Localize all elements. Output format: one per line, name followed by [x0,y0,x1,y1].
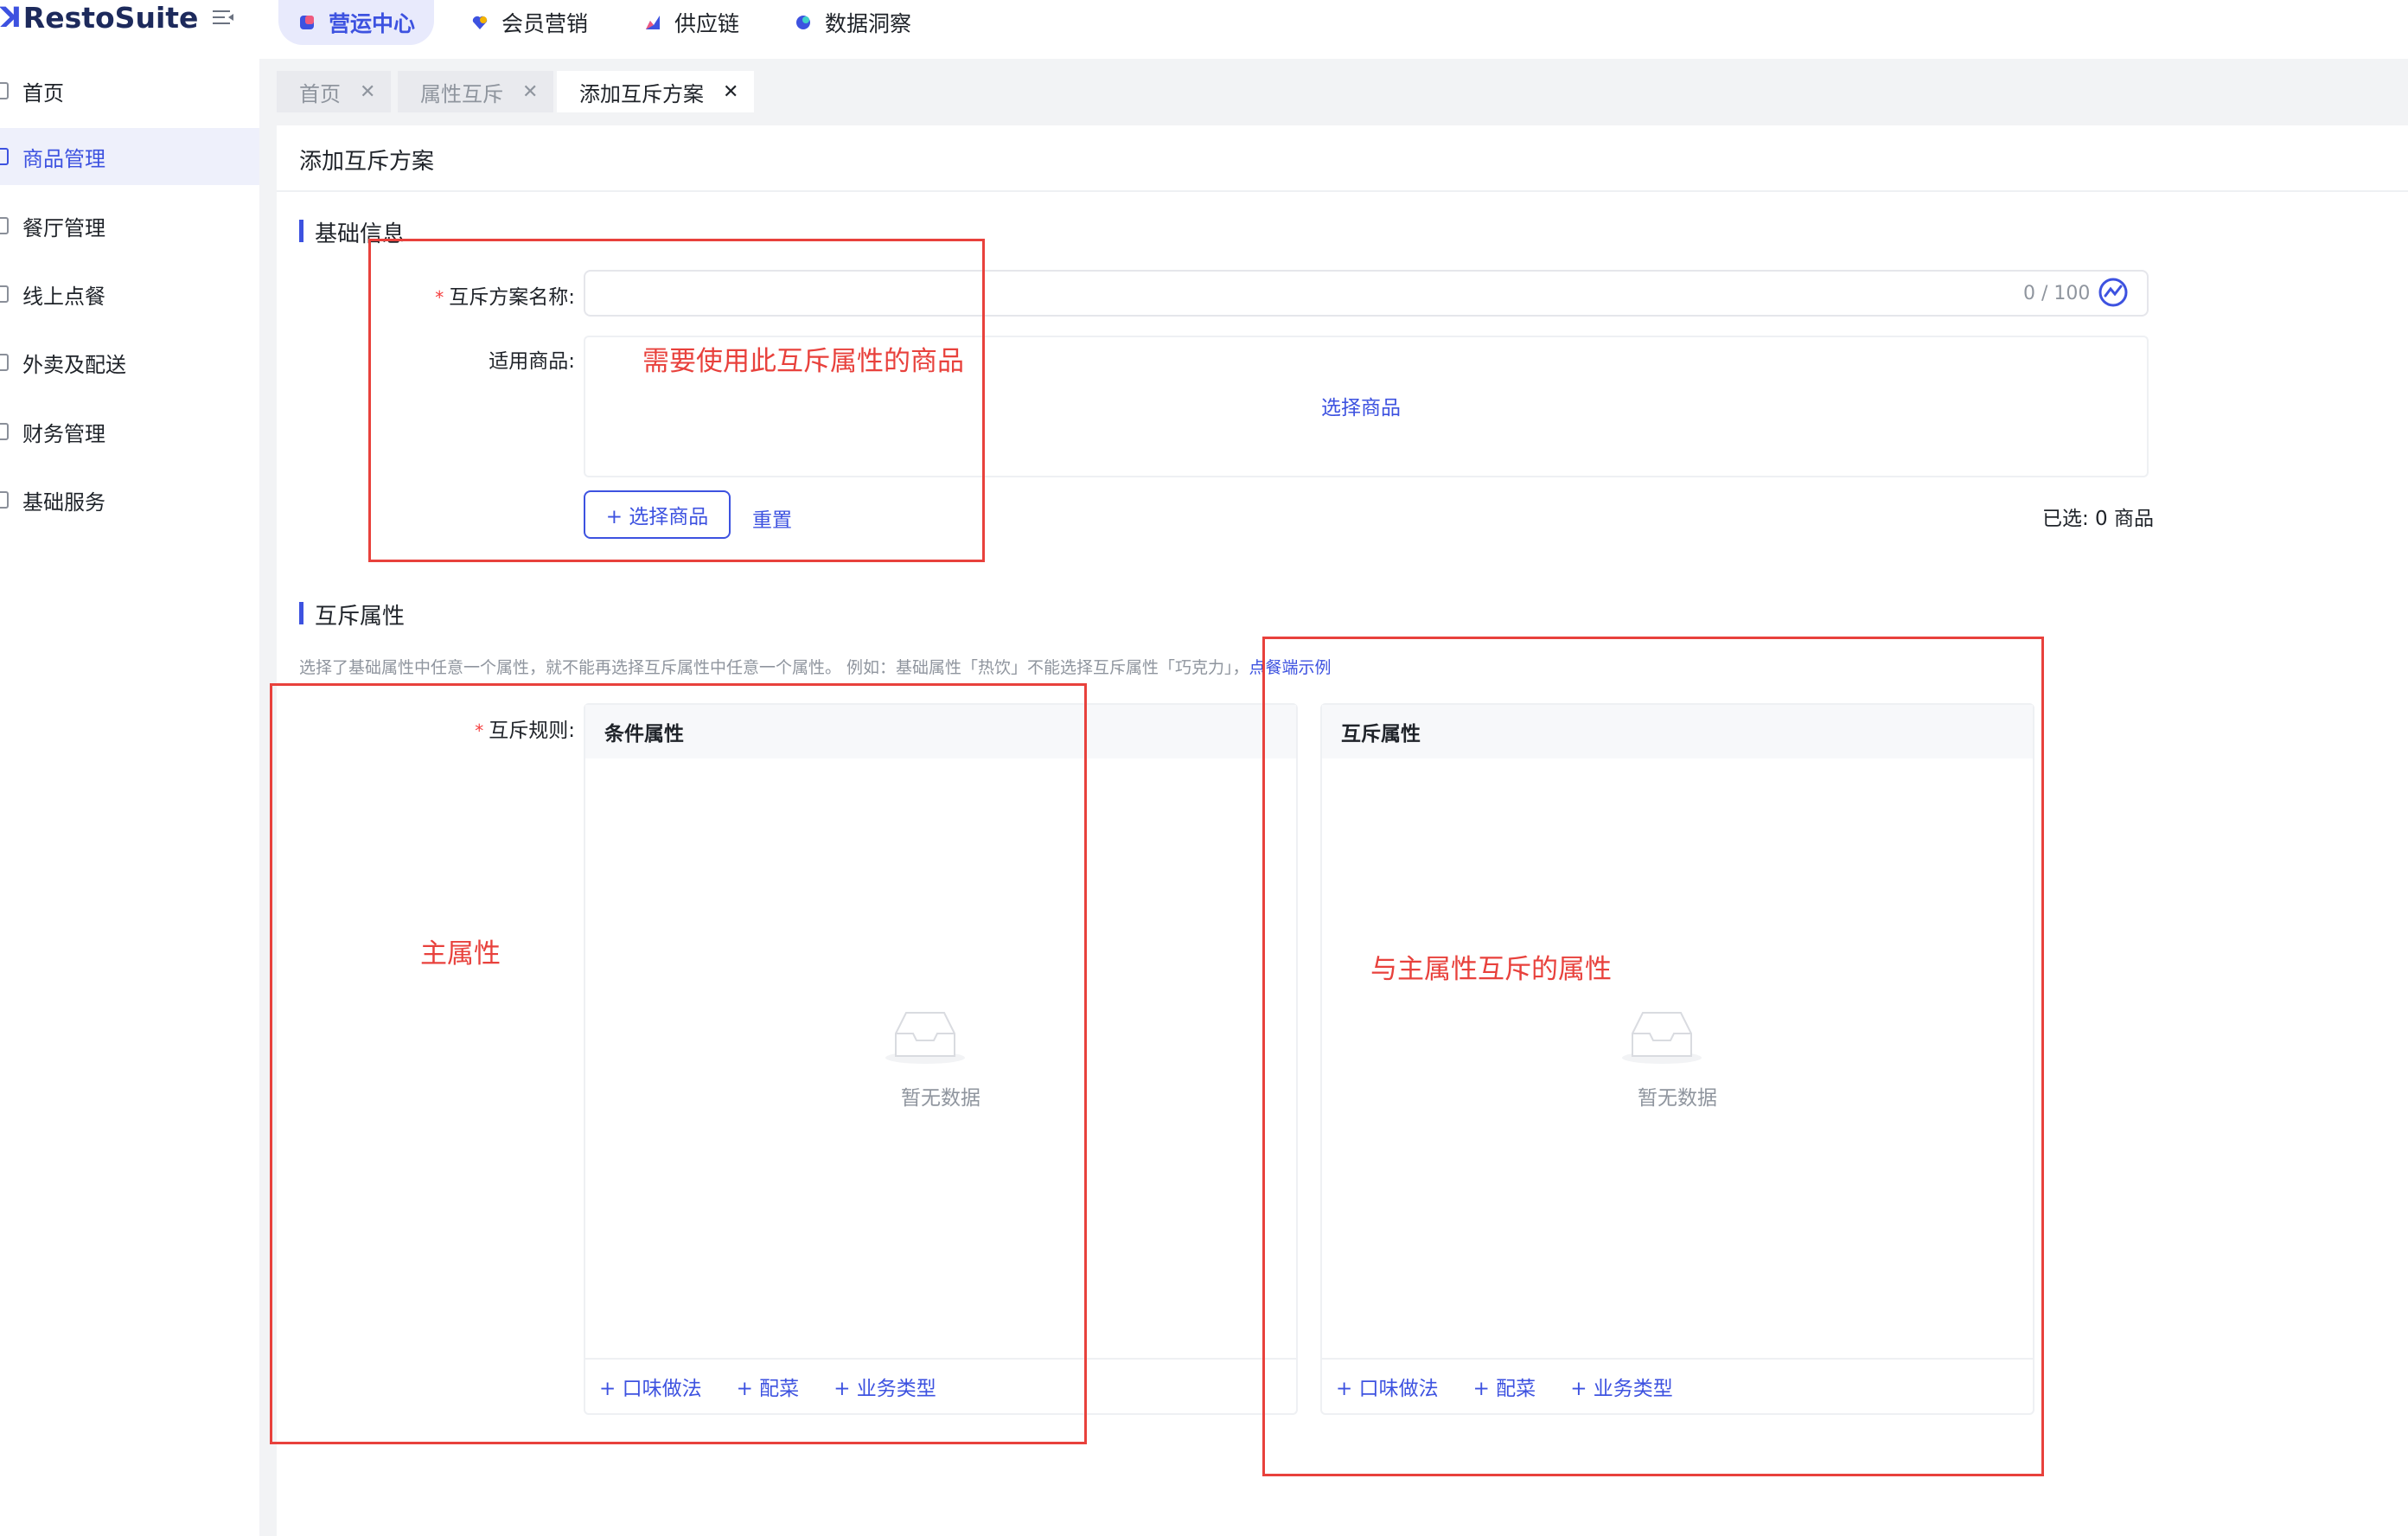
service-icon [0,491,9,509]
sidebar-item-finance[interactable]: 财务管理 [0,403,259,460]
top-tab-member-marketing[interactable]: 会员营销 [451,0,607,45]
mutex-hint: 选择了基础属性中任意一个属性，就不能再选择互斥属性中任意一个属性。 例如：基础属… [299,658,1332,677]
title-divider [277,190,2408,192]
select-goods-link[interactable]: 选择商品 [1321,391,1401,420]
collapse-menu-icon[interactable] [211,7,235,28]
top-tab-data-insight[interactable]: 数据洞察 [775,0,930,45]
planet-icon [796,16,810,29]
close-icon[interactable]: ✕ [522,81,538,103]
annotation-box-mutex-attr [1262,637,2044,1476]
close-icon[interactable]: ✕ [360,81,375,103]
annotation-goods-note: 需要使用此互斥属性的商品 [642,346,964,377]
finance-icon [0,423,9,440]
home-icon [0,82,9,99]
heart-icon [472,16,488,29]
chart-icon [646,16,660,29]
sidebar-item-online-order[interactable]: 线上点餐 [0,266,259,323]
page-title: 添加互斥方案 [299,149,435,175]
top-tab-ops-center[interactable]: 营运中心 [278,0,435,45]
sidebar-item-goods[interactable]: 商品管理 [0,128,259,185]
sidebar-item-basic-service[interactable]: 基础服务 [0,471,259,528]
page-tab-add-mutex-plan[interactable]: 添加互斥方案 ✕ [557,71,755,112]
restaurant-icon [0,217,9,234]
sidebar-item-home[interactable]: 首页 [0,62,259,119]
top-tab-supply-chain[interactable]: 供应链 [624,0,758,45]
section-title-mutex: 互斥属性 [299,598,405,630]
sidebar-item-restaurant[interactable]: 餐厅管理 [0,197,259,254]
close-icon[interactable]: ✕ [723,81,738,103]
annotation-box-main-attr [270,683,1087,1444]
ai-assistant-icon[interactable] [2098,277,2129,308]
page-tab-home[interactable]: 首页 ✕ [277,71,392,112]
logo-text: RestoSuite [22,0,199,35]
delivery-icon [0,354,9,371]
sidebar: 首页 商品管理 餐厅管理 线上点餐 外卖及配送 财务管理 基础服务 [0,59,259,1536]
annotation-main-attr-note: 主属性 [420,938,501,970]
annotation-mutex-attr-note: 与主属性互斥的属性 [1370,954,1612,985]
cube-icon [300,16,314,29]
annotation-box-goods [368,239,985,562]
app-logo[interactable]: ꓘ RestoSuite [0,0,198,35]
selected-count: 已选: 0 商品 [2042,508,2155,530]
char-counter: 0 / 100 [2023,283,2091,304]
order-icon [0,285,9,303]
goods-icon [0,148,9,165]
logo-mark-icon: ꓘ [0,1,22,34]
sidebar-item-delivery[interactable]: 外卖及配送 [0,334,259,391]
page-tab-attr-mutex[interactable]: 属性互斥 ✕ [398,71,554,112]
